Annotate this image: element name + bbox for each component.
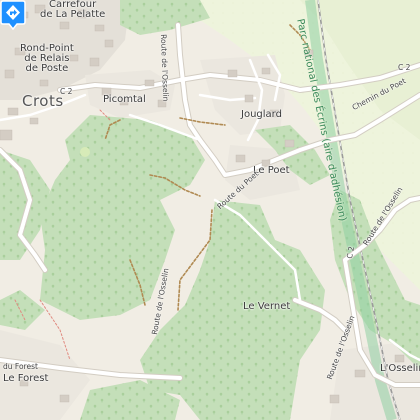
map-view[interactable]: Carrefour de La Pelatte Rond-Point de Re… (0, 0, 420, 420)
place-label-le-forest: Le Forest (3, 373, 49, 384)
town-label-crots: Crots (22, 92, 64, 110)
place-label-picomtal: Picomtal (103, 94, 146, 105)
place-label-carrefour: Carrefour de La Pelatte (40, 0, 106, 20)
place-label-l-osselin: L'Osselin (380, 363, 420, 374)
road-label-c2-right: C 2 (345, 245, 357, 260)
road-label-c2-top: C 2 (60, 87, 73, 96)
road-label-route-osselin-top: Route de l'Osselin (159, 33, 171, 102)
place-label-rond-point: Rond-Point de Relais de Poste (20, 43, 74, 74)
road-label-du-forest: du Forest (3, 362, 38, 371)
road-label-c2-far-right: C 2 (398, 63, 411, 72)
direction-marker-icon[interactable] (0, 0, 26, 30)
place-label-le-vernet: Le Vernet (243, 301, 291, 312)
place-label-jouglard: Jouglard (241, 109, 282, 120)
